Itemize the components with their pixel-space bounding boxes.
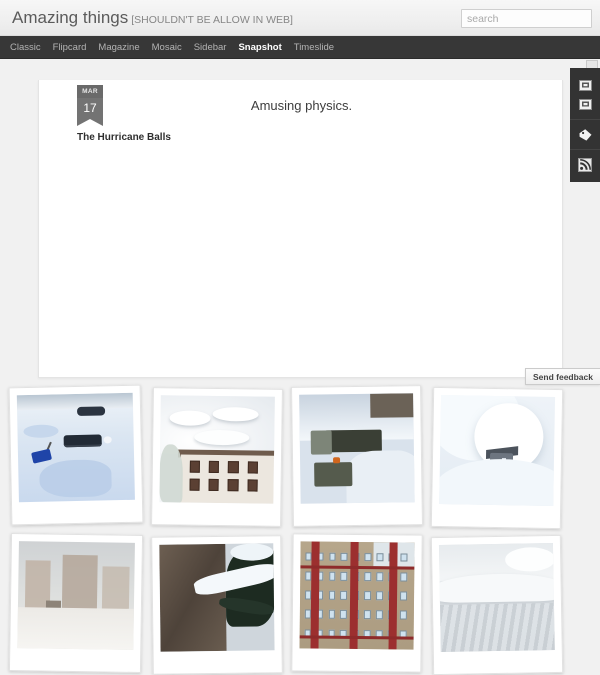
photo-image [438, 543, 555, 652]
rail-group-share [570, 71, 600, 120]
photo-detail [364, 572, 371, 581]
photo-detail [340, 610, 347, 619]
post-date-month: MAR [77, 85, 103, 98]
photo-detail [247, 461, 258, 474]
photo-card[interactable] [430, 386, 564, 530]
nav-item-sidebar[interactable]: Sidebar [188, 36, 233, 59]
photo-detail [364, 591, 371, 600]
rss-icon[interactable] [578, 157, 593, 172]
photo-detail [376, 591, 383, 601]
photo-card[interactable] [291, 385, 423, 527]
photo-image [17, 541, 135, 650]
photo-detail [304, 609, 311, 619]
search-input[interactable] [461, 9, 592, 28]
photo-detail [376, 610, 383, 620]
photo-image [299, 393, 415, 504]
photo-detail [328, 571, 336, 581]
photo-card[interactable] [8, 532, 144, 674]
photo-detail [376, 572, 383, 581]
photo-detail [208, 479, 219, 492]
photo-card[interactable] [151, 535, 283, 675]
photo-image [159, 543, 275, 652]
photo-detail [340, 552, 348, 562]
photo-detail [310, 541, 321, 649]
photo-detail [400, 610, 407, 620]
photo-detail [364, 552, 372, 562]
photo-detail [400, 591, 407, 601]
photo-detail [227, 479, 239, 492]
photo-detail [349, 541, 359, 650]
photo-detail [228, 461, 239, 474]
photo-image [159, 395, 275, 504]
photo-detail [304, 590, 311, 600]
nav-item-flipcard[interactable]: Flipcard [47, 36, 93, 59]
nav-item-classic[interactable]: Classic [4, 36, 47, 59]
blog-title[interactable]: Amazing things [SHOULDN'T BE ALLOW IN WEB… [12, 8, 293, 28]
photo-detail [376, 552, 384, 562]
photo-detail [340, 591, 347, 600]
post-title[interactable]: The Hurricane Balls [77, 132, 171, 143]
photo-detail [189, 479, 200, 491]
photo-detail [328, 590, 335, 600]
view-mode-list: Classic Flipcard Magazine Mosaic Sidebar Snap… [4, 36, 340, 59]
share-icon[interactable] [578, 78, 593, 93]
photo-detail [400, 553, 408, 562]
nav-item-magazine[interactable]: Magazine [92, 36, 145, 59]
photo-image [439, 395, 556, 506]
blog-title-main: Amazing things [12, 8, 129, 27]
photo-detail [247, 479, 258, 492]
site-header: Amazing things [SHOULDN'T BE ALLOW IN WEB… [0, 0, 600, 36]
tag-icon[interactable] [578, 127, 593, 142]
photo-detail [304, 571, 312, 581]
post-body: Amusing physics. [250, 98, 353, 113]
photo-grid [0, 382, 600, 675]
photo-detail [388, 542, 398, 650]
photo-detail [328, 552, 336, 562]
photo-detail [364, 610, 371, 620]
nav-item-timeslide[interactable]: Timeslide [288, 36, 340, 59]
rail-group-rss [570, 150, 600, 179]
photo-card[interactable] [151, 387, 283, 527]
post-panel: MAR 17 The Hurricane Balls Amusing physi… [38, 80, 563, 378]
right-toolbar [570, 68, 600, 182]
photo-detail [189, 460, 200, 473]
rail-group-tag [570, 120, 600, 150]
photo-detail [340, 571, 348, 581]
view-mode-navbar: Classic Flipcard Magazine Mosaic Sidebar Snap… [0, 36, 600, 59]
photo-card[interactable] [430, 534, 564, 675]
photo-image [16, 392, 135, 503]
photo-image [299, 541, 415, 650]
photo-detail [400, 572, 407, 582]
photo-card[interactable] [291, 533, 423, 673]
photo-detail [304, 552, 312, 561]
photo-detail [328, 610, 335, 619]
nav-item-mosaic[interactable]: Mosaic [146, 36, 188, 59]
nav-item-snapshot[interactable]: Snapshot [232, 36, 287, 59]
blog-title-sub: [SHOULDN'T BE ALLOW IN WEB] [131, 14, 293, 26]
bookmark-icon[interactable] [578, 97, 593, 112]
photo-detail [208, 461, 220, 474]
photo-card[interactable] [8, 384, 144, 526]
